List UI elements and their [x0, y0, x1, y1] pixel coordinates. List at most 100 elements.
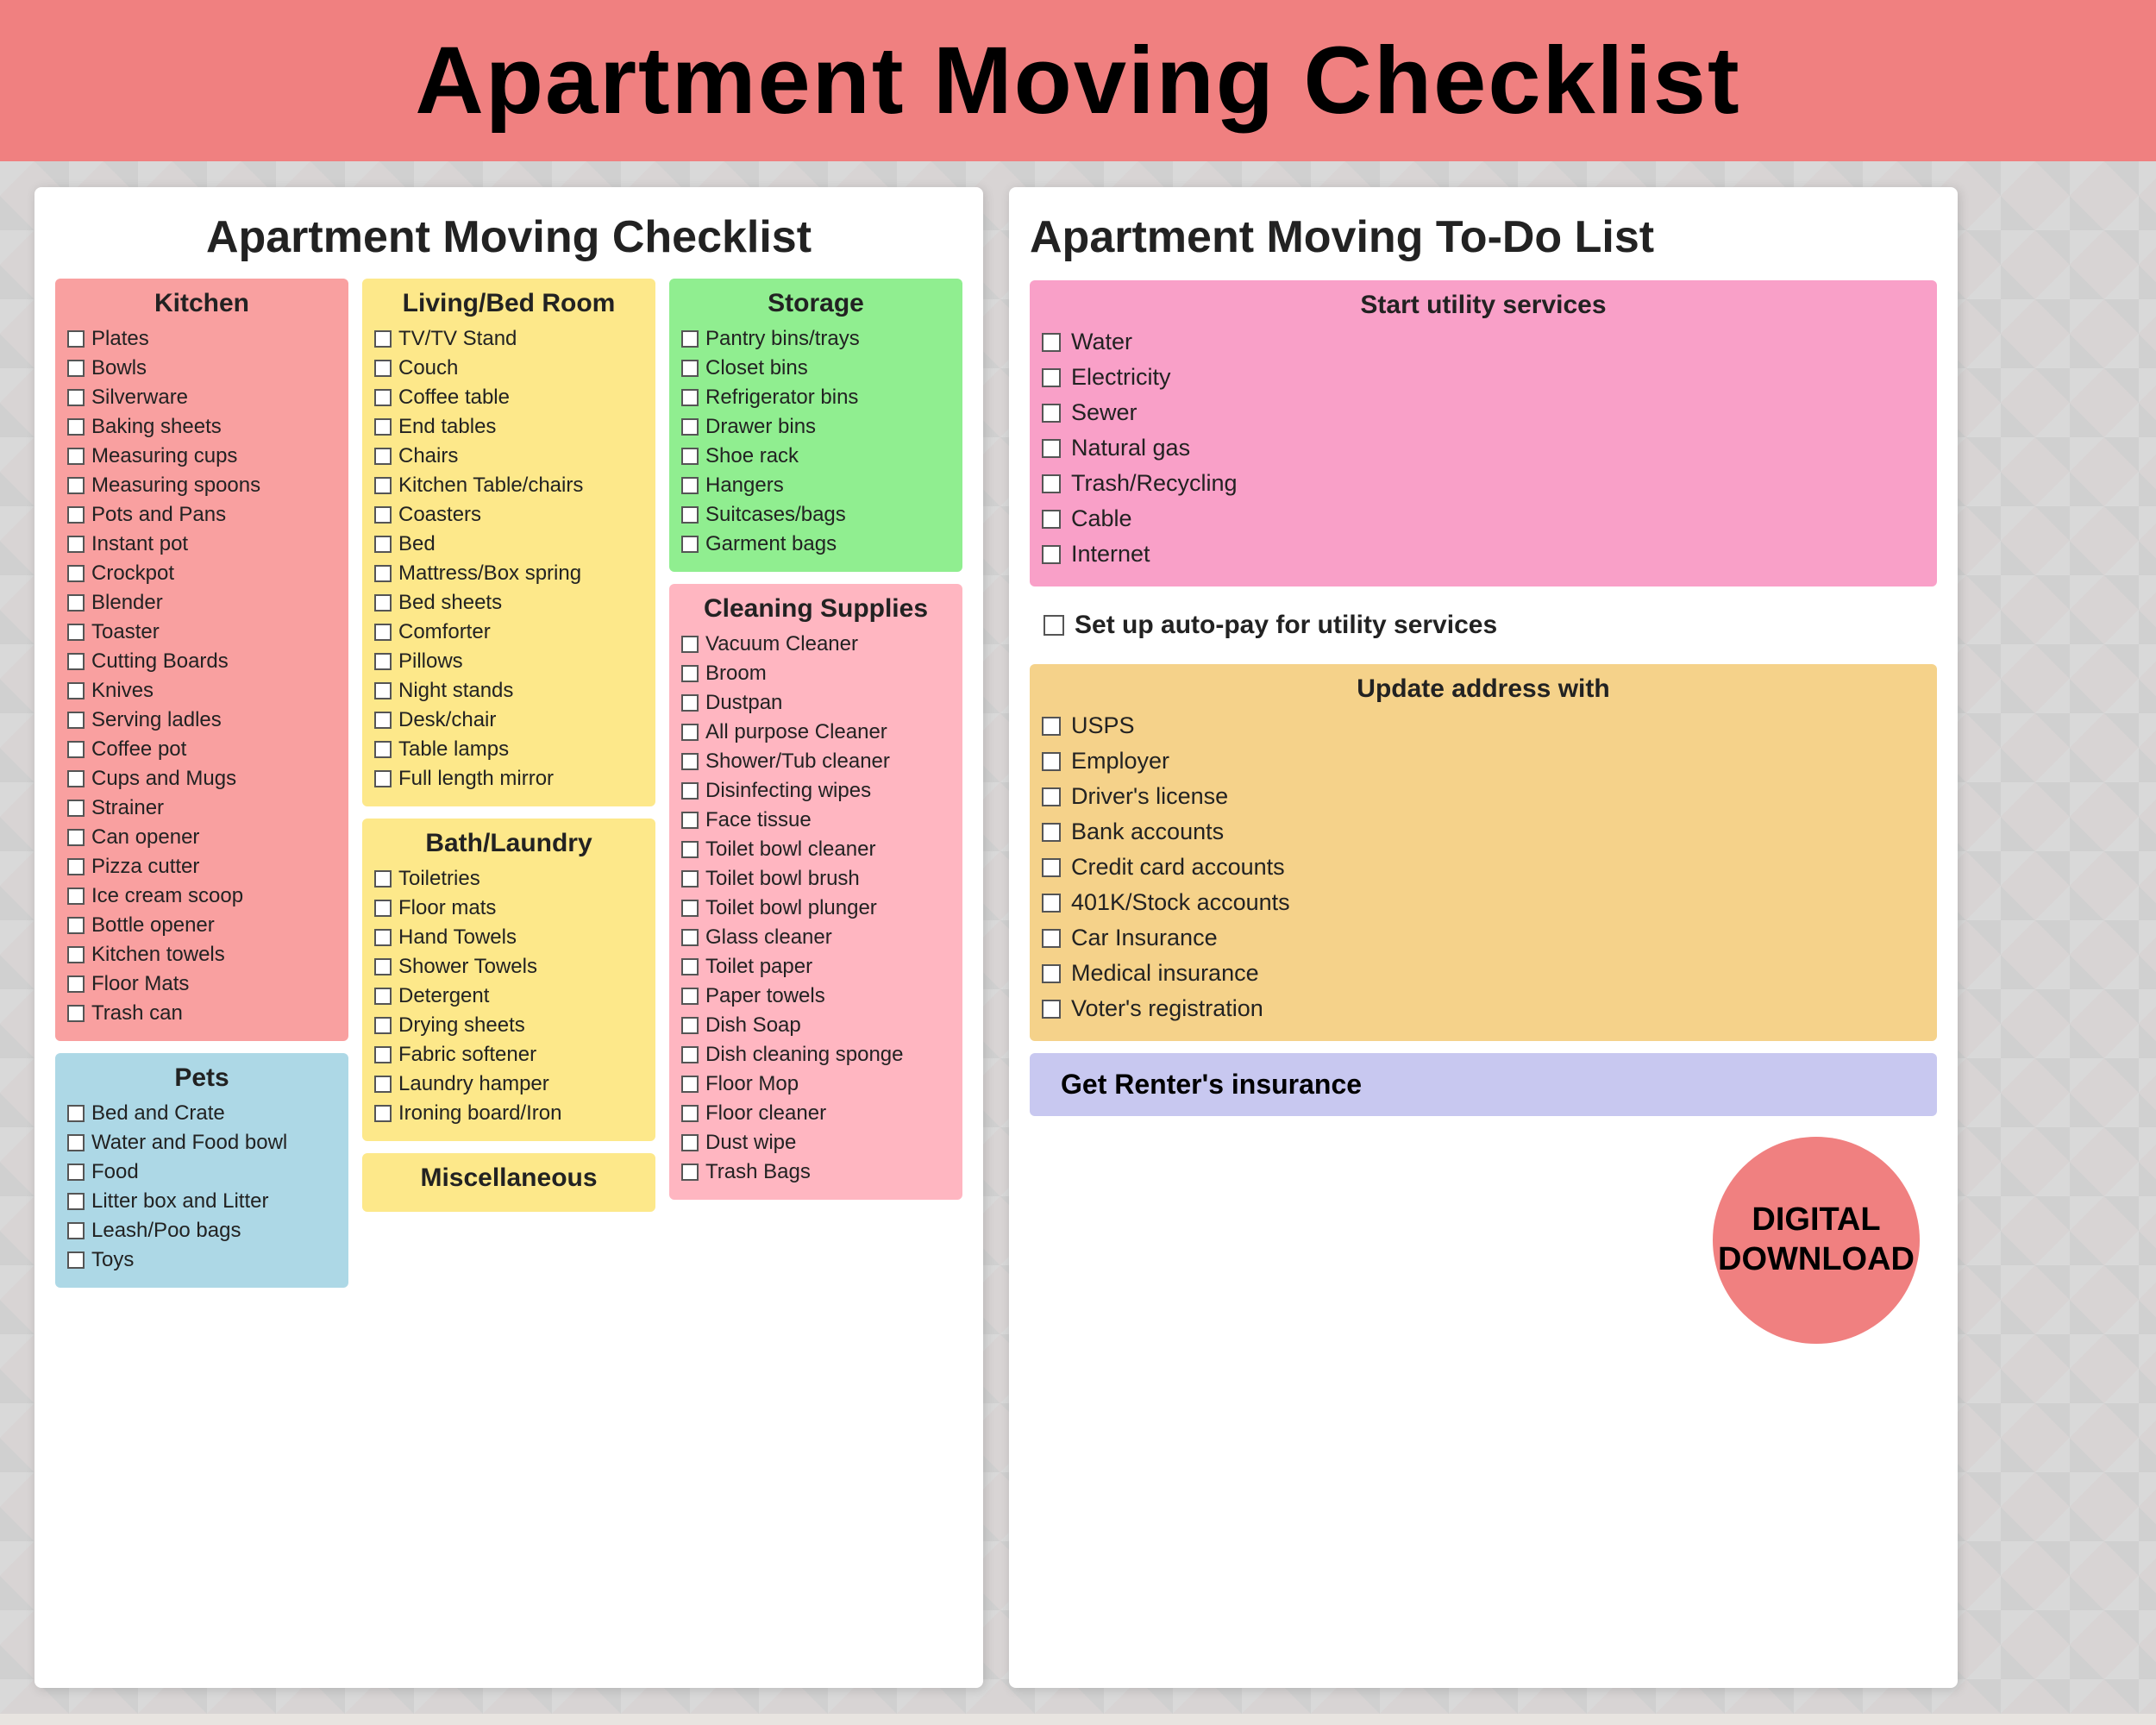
item-checkbox[interactable] [67, 1251, 85, 1269]
item-checkbox[interactable] [681, 1164, 699, 1181]
checklist-item[interactable]: Toaster [67, 620, 336, 644]
todo-checkbox[interactable] [1042, 474, 1061, 493]
item-checkbox[interactable] [67, 682, 85, 699]
checklist-item[interactable]: Kitchen towels [67, 943, 336, 967]
todo-checkbox[interactable] [1042, 929, 1061, 948]
item-checkbox[interactable] [67, 360, 85, 377]
checklist-item[interactable]: Pantry bins/trays [681, 327, 950, 351]
checklist-item[interactable]: Glass cleaner [681, 925, 950, 950]
checklist-item[interactable]: Couch [374, 356, 643, 380]
todo-item[interactable]: Sewer [1042, 399, 1925, 426]
checklist-item[interactable]: Bed sheets [374, 591, 643, 615]
item-checkbox[interactable] [67, 1222, 85, 1239]
item-checkbox[interactable] [681, 812, 699, 829]
item-checkbox[interactable] [67, 829, 85, 846]
item-checkbox[interactable] [374, 506, 392, 524]
checklist-item[interactable]: Full length mirror [374, 767, 643, 791]
item-checkbox[interactable] [67, 741, 85, 758]
todo-checkbox[interactable] [1042, 510, 1061, 529]
item-checkbox[interactable] [67, 624, 85, 641]
item-checkbox[interactable] [681, 418, 699, 436]
checklist-item[interactable]: Shower Towels [374, 955, 643, 979]
item-checkbox[interactable] [67, 389, 85, 406]
checklist-item[interactable]: Detergent [374, 984, 643, 1008]
item-checkbox[interactable] [67, 1193, 85, 1210]
item-checkbox[interactable] [681, 753, 699, 770]
item-checkbox[interactable] [374, 770, 392, 787]
todo-item[interactable]: Voter's registration [1042, 995, 1925, 1022]
todo-checkbox[interactable] [1042, 894, 1061, 913]
checklist-item[interactable]: Face tissue [681, 808, 950, 832]
item-checkbox[interactable] [374, 929, 392, 946]
checklist-item[interactable]: Night stands [374, 679, 643, 703]
checklist-item[interactable]: Dustpan [681, 691, 950, 715]
checklist-item[interactable]: Litter box and Litter [67, 1189, 336, 1214]
item-checkbox[interactable] [374, 682, 392, 699]
item-checkbox[interactable] [681, 929, 699, 946]
item-checkbox[interactable] [67, 477, 85, 494]
item-checkbox[interactable] [374, 712, 392, 729]
item-checkbox[interactable] [681, 1076, 699, 1093]
checklist-item[interactable]: Drawer bins [681, 415, 950, 439]
todo-item[interactable]: Driver's license [1042, 783, 1925, 810]
item-checkbox[interactable] [67, 800, 85, 817]
item-checkbox[interactable] [374, 958, 392, 975]
checklist-item[interactable]: Refrigerator bins [681, 386, 950, 410]
checklist-item[interactable]: Can opener [67, 825, 336, 850]
item-checkbox[interactable] [374, 477, 392, 494]
checklist-item[interactable]: Coffee table [374, 386, 643, 410]
checklist-item[interactable]: Mattress/Box spring [374, 561, 643, 586]
item-checkbox[interactable] [374, 653, 392, 670]
item-checkbox[interactable] [681, 1046, 699, 1063]
checklist-item[interactable]: All purpose Cleaner [681, 720, 950, 744]
checklist-item[interactable]: Dish Soap [681, 1013, 950, 1038]
item-checkbox[interactable] [67, 653, 85, 670]
checklist-item[interactable]: Dust wipe [681, 1131, 950, 1155]
checklist-item[interactable]: Dish cleaning sponge [681, 1043, 950, 1067]
checklist-item[interactable]: Ironing board/Iron [374, 1101, 643, 1126]
checklist-item[interactable]: Hand Towels [374, 925, 643, 950]
checklist-item[interactable]: Chairs [374, 444, 643, 468]
checklist-item[interactable]: Pillows [374, 649, 643, 674]
item-checkbox[interactable] [374, 565, 392, 582]
checklist-item[interactable]: Knives [67, 679, 336, 703]
checklist-item[interactable]: Toiletries [374, 867, 643, 891]
checklist-item[interactable]: Trash can [67, 1001, 336, 1026]
checklist-item[interactable]: Blender [67, 591, 336, 615]
item-checkbox[interactable] [681, 360, 699, 377]
item-checkbox[interactable] [67, 1164, 85, 1181]
checklist-item[interactable]: Bowls [67, 356, 336, 380]
item-checkbox[interactable] [67, 594, 85, 612]
item-checkbox[interactable] [374, 536, 392, 553]
checklist-item[interactable]: Pots and Pans [67, 503, 336, 527]
item-checkbox[interactable] [374, 1105, 392, 1122]
item-checkbox[interactable] [374, 624, 392, 641]
todo-item[interactable]: Employer [1042, 748, 1925, 775]
todo-item[interactable]: Medical insurance [1042, 960, 1925, 987]
checklist-item[interactable]: Leash/Poo bags [67, 1219, 336, 1243]
todo-item[interactable]: Car Insurance [1042, 925, 1925, 951]
checklist-item[interactable]: Vacuum Cleaner [681, 632, 950, 656]
item-checkbox[interactable] [67, 770, 85, 787]
item-checkbox[interactable] [374, 741, 392, 758]
item-checkbox[interactable] [67, 888, 85, 905]
checklist-item[interactable]: Coasters [374, 503, 643, 527]
item-checkbox[interactable] [374, 1076, 392, 1093]
item-checkbox[interactable] [681, 636, 699, 653]
checklist-item[interactable]: Toilet bowl plunger [681, 896, 950, 920]
checklist-item[interactable]: Baking sheets [67, 415, 336, 439]
item-checkbox[interactable] [681, 1017, 699, 1034]
item-checkbox[interactable] [681, 1134, 699, 1151]
checklist-item[interactable]: Trash Bags [681, 1160, 950, 1184]
item-checkbox[interactable] [374, 360, 392, 377]
item-checkbox[interactable] [374, 1017, 392, 1034]
checklist-item[interactable]: Floor mats [374, 896, 643, 920]
item-checkbox[interactable] [681, 665, 699, 682]
checklist-item[interactable]: Floor cleaner [681, 1101, 950, 1126]
item-checkbox[interactable] [681, 536, 699, 553]
checklist-item[interactable]: Desk/chair [374, 708, 643, 732]
todo-checkbox[interactable] [1042, 1000, 1061, 1019]
item-checkbox[interactable] [681, 477, 699, 494]
checklist-item[interactable]: Cutting Boards [67, 649, 336, 674]
checklist-item[interactable]: Disinfecting wipes [681, 779, 950, 803]
